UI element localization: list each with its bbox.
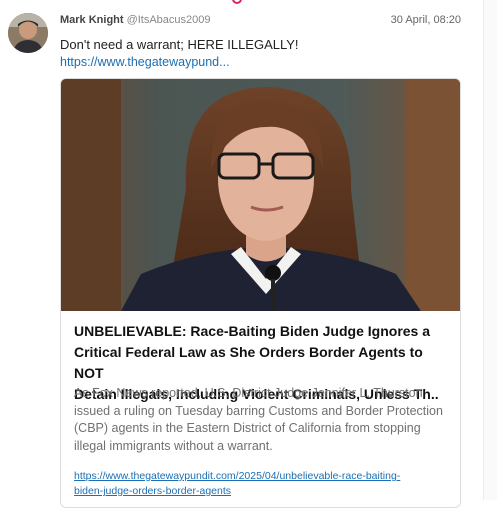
link-preview-description: As Fox News reported, U.S. District Judg… <box>74 386 443 453</box>
author-display-name[interactable]: Mark Knight <box>60 14 124 26</box>
avatar[interactable] <box>8 13 48 53</box>
avatar-image <box>8 13 48 53</box>
post-author[interactable]: Mark Knight @ItsAbacus2009 <box>60 14 211 26</box>
link-preview-url[interactable]: https://www.thegatewaypundit.com/2025/04… <box>74 469 444 499</box>
post-timestamp[interactable]: 30 April, 08:20 <box>391 14 461 26</box>
post-link[interactable]: https://www.thegatewaypund... <box>60 55 230 69</box>
top-border <box>0 0 497 6</box>
post-text: Don't need a warrant; HERE ILLEGALLY! <box>60 37 299 52</box>
link-preview-image <box>61 79 460 311</box>
scrollbar-track[interactable] <box>483 0 497 500</box>
link-preview-card[interactable]: UNBELIEVABLE: Race-Baiting Biden Judge I… <box>60 78 461 508</box>
author-handle[interactable]: @ItsAbacus2009 <box>127 14 211 26</box>
